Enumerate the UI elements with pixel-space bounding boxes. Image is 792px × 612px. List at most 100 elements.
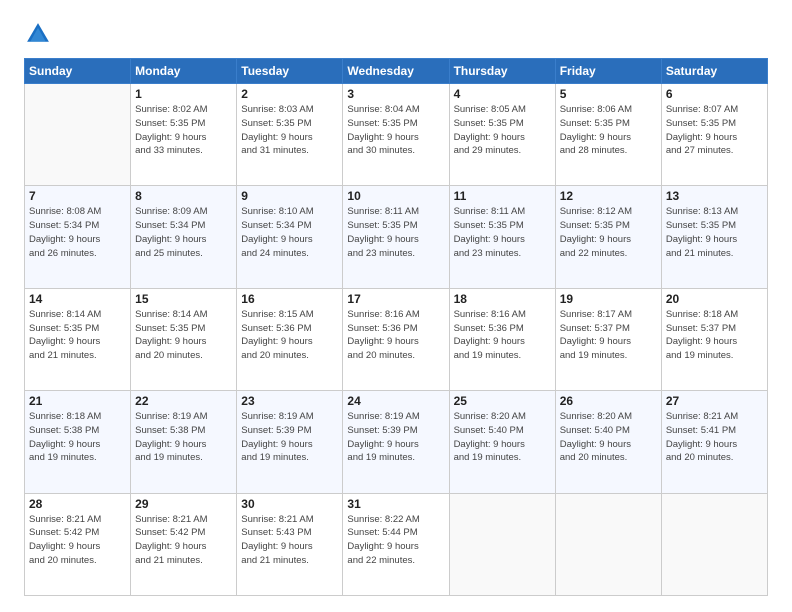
logo-icon: [24, 20, 52, 48]
day-number: 26: [560, 394, 657, 408]
day-number: 10: [347, 189, 444, 203]
calendar-cell: 20 Sunrise: 8:18 AMSunset: 5:37 PMDayligh…: [661, 288, 767, 390]
day-info: Sunrise: 8:16 AMSunset: 5:36 PMDaylight:…: [454, 308, 551, 363]
day-info: Sunrise: 8:03 AMSunset: 5:35 PMDaylight:…: [241, 103, 338, 158]
day-info: Sunrise: 8:05 AMSunset: 5:35 PMDaylight:…: [454, 103, 551, 158]
calendar-cell: [449, 493, 555, 595]
day-number: 22: [135, 394, 232, 408]
day-number: 5: [560, 87, 657, 101]
calendar-cell: 7 Sunrise: 8:08 AMSunset: 5:34 PMDaylight…: [25, 186, 131, 288]
calendar-cell: 17Sunrise: 8:16 AMSunset: 5:36 PMDayligh…: [343, 288, 449, 390]
calendar-header-monday: Monday: [131, 59, 237, 84]
calendar-cell: 24 Sunrise: 8:19 AMSunset: 5:39 PMDayligh…: [343, 391, 449, 493]
calendar-cell: 9Sunrise: 8:10 AMSunset: 5:34 PMDaylight…: [237, 186, 343, 288]
calendar-cell: 14 Sunrise: 8:14 AMSunset: 5:35 PMDayligh…: [25, 288, 131, 390]
day-number: 31: [347, 497, 444, 511]
day-info: Sunrise: 8:20 AMSunset: 5:40 PMDaylight:…: [454, 410, 551, 465]
calendar-header-tuesday: Tuesday: [237, 59, 343, 84]
calendar-cell: 3 Sunrise: 8:04 AMSunset: 5:35 PMDaylight…: [343, 84, 449, 186]
day-info: Sunrise: 8:07 AMSunset: 5:35 PMDaylight:…: [666, 103, 763, 158]
day-info: Sunrise: 8:21 AMSunset: 5:43 PMDaylight:…: [241, 513, 338, 568]
logo: [24, 20, 56, 48]
day-number: 30: [241, 497, 338, 511]
header: [24, 20, 768, 48]
day-number: 8: [135, 189, 232, 203]
calendar-week-1: 1 Sunrise: 8:02 AMSunset: 5:35 PMDaylight…: [25, 84, 768, 186]
calendar-week-3: 14 Sunrise: 8:14 AMSunset: 5:35 PMDayligh…: [25, 288, 768, 390]
day-info: Sunrise: 8:19 AMSunset: 5:39 PMDaylight:…: [241, 410, 338, 465]
calendar-cell: 22 Sunrise: 8:19 AMSunset: 5:38 PMDayligh…: [131, 391, 237, 493]
day-number: 14: [29, 292, 126, 306]
day-info: Sunrise: 8:02 AMSunset: 5:35 PMDaylight:…: [135, 103, 232, 158]
day-info: Sunrise: 8:12 AMSunset: 5:35 PMDaylight:…: [560, 205, 657, 260]
day-number: 7: [29, 189, 126, 203]
day-number: 23: [241, 394, 338, 408]
day-number: 3: [347, 87, 444, 101]
day-info: Sunrise: 8:21 AMSunset: 5:42 PMDaylight:…: [29, 513, 126, 568]
calendar-cell: [25, 84, 131, 186]
day-number: 4: [454, 87, 551, 101]
calendar-cell: 21Sunrise: 8:18 AMSunset: 5:38 PMDayligh…: [25, 391, 131, 493]
day-number: 24: [347, 394, 444, 408]
calendar-header-friday: Friday: [555, 59, 661, 84]
day-info: Sunrise: 8:11 AMSunset: 5:35 PMDaylight:…: [347, 205, 444, 260]
calendar-cell: 25 Sunrise: 8:20 AMSunset: 5:40 PMDayligh…: [449, 391, 555, 493]
day-info: Sunrise: 8:21 AMSunset: 5:42 PMDaylight:…: [135, 513, 232, 568]
day-number: 12: [560, 189, 657, 203]
day-number: 29: [135, 497, 232, 511]
calendar-cell: 28 Sunrise: 8:21 AMSunset: 5:42 PMDayligh…: [25, 493, 131, 595]
calendar-cell: 5 Sunrise: 8:06 AMSunset: 5:35 PMDaylight…: [555, 84, 661, 186]
calendar-cell: 30 Sunrise: 8:21 AMSunset: 5:43 PMDayligh…: [237, 493, 343, 595]
day-info: Sunrise: 8:14 AMSunset: 5:35 PMDaylight:…: [135, 308, 232, 363]
day-number: 9: [241, 189, 338, 203]
day-info: Sunrise: 8:08 AMSunset: 5:34 PMDaylight:…: [29, 205, 126, 260]
day-info: Sunrise: 8:21 AMSunset: 5:41 PMDaylight:…: [666, 410, 763, 465]
day-number: 1: [135, 87, 232, 101]
day-info: Sunrise: 8:20 AMSunset: 5:40 PMDaylight:…: [560, 410, 657, 465]
calendar-header-thursday: Thursday: [449, 59, 555, 84]
page: SundayMondayTuesdayWednesdayThursdayFrid…: [0, 0, 792, 612]
day-number: 28: [29, 497, 126, 511]
calendar-week-4: 21Sunrise: 8:18 AMSunset: 5:38 PMDayligh…: [25, 391, 768, 493]
day-info: Sunrise: 8:09 AMSunset: 5:34 PMDaylight:…: [135, 205, 232, 260]
day-info: Sunrise: 8:04 AMSunset: 5:35 PMDaylight:…: [347, 103, 444, 158]
day-info: Sunrise: 8:19 AMSunset: 5:39 PMDaylight:…: [347, 410, 444, 465]
day-info: Sunrise: 8:15 AMSunset: 5:36 PMDaylight:…: [241, 308, 338, 363]
day-info: Sunrise: 8:14 AMSunset: 5:35 PMDaylight:…: [29, 308, 126, 363]
calendar-cell: 15 Sunrise: 8:14 AMSunset: 5:35 PMDayligh…: [131, 288, 237, 390]
day-info: Sunrise: 8:06 AMSunset: 5:35 PMDaylight:…: [560, 103, 657, 158]
calendar-cell: 2 Sunrise: 8:03 AMSunset: 5:35 PMDaylight…: [237, 84, 343, 186]
day-number: 2: [241, 87, 338, 101]
calendar-header-saturday: Saturday: [661, 59, 767, 84]
day-info: Sunrise: 8:22 AMSunset: 5:44 PMDaylight:…: [347, 513, 444, 568]
day-number: 11: [454, 189, 551, 203]
day-number: 15: [135, 292, 232, 306]
calendar-header-wednesday: Wednesday: [343, 59, 449, 84]
calendar-cell: 29 Sunrise: 8:21 AMSunset: 5:42 PMDayligh…: [131, 493, 237, 595]
day-info: Sunrise: 8:11 AMSunset: 5:35 PMDaylight:…: [454, 205, 551, 260]
day-number: 27: [666, 394, 763, 408]
day-info: Sunrise: 8:19 AMSunset: 5:38 PMDaylight:…: [135, 410, 232, 465]
calendar-cell: 4 Sunrise: 8:05 AMSunset: 5:35 PMDaylight…: [449, 84, 555, 186]
day-number: 20: [666, 292, 763, 306]
calendar-cell: [555, 493, 661, 595]
calendar-header-row: SundayMondayTuesdayWednesdayThursdayFrid…: [25, 59, 768, 84]
day-number: 19: [560, 292, 657, 306]
day-number: 6: [666, 87, 763, 101]
calendar-cell: 6 Sunrise: 8:07 AMSunset: 5:35 PMDaylight…: [661, 84, 767, 186]
calendar-table: SundayMondayTuesdayWednesdayThursdayFrid…: [24, 58, 768, 596]
calendar-cell: 27 Sunrise: 8:21 AMSunset: 5:41 PMDayligh…: [661, 391, 767, 493]
day-number: 18: [454, 292, 551, 306]
calendar-cell: 18 Sunrise: 8:16 AMSunset: 5:36 PMDayligh…: [449, 288, 555, 390]
day-info: Sunrise: 8:18 AMSunset: 5:38 PMDaylight:…: [29, 410, 126, 465]
calendar-cell: 23 Sunrise: 8:19 AMSunset: 5:39 PMDayligh…: [237, 391, 343, 493]
day-number: 25: [454, 394, 551, 408]
calendar-cell: 19 Sunrise: 8:17 AMSunset: 5:37 PMDayligh…: [555, 288, 661, 390]
day-number: 16: [241, 292, 338, 306]
day-info: Sunrise: 8:17 AMSunset: 5:37 PMDaylight:…: [560, 308, 657, 363]
day-info: Sunrise: 8:18 AMSunset: 5:37 PMDaylight:…: [666, 308, 763, 363]
calendar-cell: 12 Sunrise: 8:12 AMSunset: 5:35 PMDayligh…: [555, 186, 661, 288]
calendar-cell: [661, 493, 767, 595]
calendar-cell: 11 Sunrise: 8:11 AMSunset: 5:35 PMDayligh…: [449, 186, 555, 288]
calendar-cell: 1 Sunrise: 8:02 AMSunset: 5:35 PMDaylight…: [131, 84, 237, 186]
